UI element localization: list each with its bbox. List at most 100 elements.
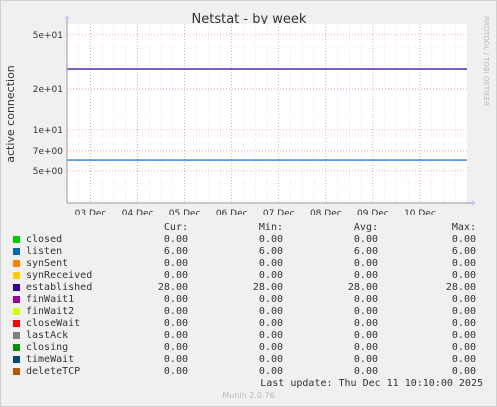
header-min: Min: [258, 222, 283, 233]
legend-row: listen 6.00 6.00 6.00 6.00 [0, 246, 497, 258]
legend-label: established [26, 282, 93, 293]
legend-value-avg: 0.00 [353, 294, 378, 305]
legend-value-cur: 0.00 [163, 294, 188, 305]
legend-swatch [13, 260, 20, 267]
legend-label: deleteTCP [26, 366, 81, 377]
legend-swatch [13, 320, 20, 327]
legend-row: closed 0.00 0.00 0.00 0.00 [0, 234, 497, 246]
x-tick-label: 05 Dec [169, 209, 201, 215]
munin-version: Munin 2.0.76 [222, 391, 275, 400]
legend-row: closing 0.00 0.00 0.00 0.00 [0, 342, 497, 354]
y-tick-label: 1e+01 [33, 126, 63, 136]
x-tick-label: 06 Dec [216, 209, 248, 215]
legend-swatch [13, 272, 20, 279]
x-ticks: 03 Dec 04 Dec 05 Dec 06 Dec 07 Dec 08 Dec 09 D… [75, 209, 436, 215]
legend-row: timeWait 0.00 0.00 0.00 0.00 [0, 354, 497, 366]
header-max: Max: [451, 222, 476, 233]
legend-value-min: 6.00 [258, 246, 283, 257]
legend-swatch [13, 344, 20, 351]
legend-value-avg: 0.00 [353, 270, 378, 281]
legend-value-max: 0.00 [451, 258, 476, 269]
legend-label: finWait2 [26, 306, 75, 317]
legend-value-max: 0.00 [451, 354, 476, 365]
legend-label: closing [26, 342, 69, 353]
legend-swatch [13, 332, 20, 339]
x-tick-label: 08 Dec [310, 209, 342, 215]
legend-swatch [13, 368, 20, 375]
legend-label: lastAck [26, 330, 69, 341]
y-axis-label: active connection [4, 65, 17, 163]
y-tick-label: 5e+01 [33, 31, 63, 41]
legend-row: closeWait 0.00 0.00 0.00 0.00 [0, 318, 497, 330]
last-update: Last update: Thu Dec 11 10:10:00 2025 [260, 378, 483, 389]
legend-value-min: 0.00 [258, 234, 283, 245]
legend-row: deleteTCP 0.00 0.00 0.00 0.00 [0, 366, 497, 378]
legend-label: finWait1 [26, 294, 75, 305]
plot-area [67, 24, 467, 203]
x-tick-label: 09 Dec [357, 209, 389, 215]
y-axis-arrow [64, 15, 70, 19]
legend-value-min: 0.00 [258, 306, 283, 317]
header-cur: Cur: [163, 222, 188, 233]
legend-value-avg: 0.00 [353, 342, 378, 353]
y-tick-label: 5e+00 [33, 167, 64, 177]
legend-value-min: 0.00 [258, 318, 283, 329]
legend-row: finWait2 0.00 0.00 0.00 0.00 [0, 306, 497, 318]
legend-value-max: 0.00 [451, 270, 476, 281]
y-tick-label: 2e+01 [33, 85, 63, 95]
legend-value-min: 0.00 [258, 366, 283, 377]
legend-value-avg: 0.00 [353, 306, 378, 317]
legend-swatch [13, 308, 20, 315]
legend-value-cur: 0.00 [163, 342, 188, 353]
legend-value-cur: 0.00 [163, 306, 188, 317]
legend-row: synReceived 0.00 0.00 0.00 0.00 [0, 270, 497, 282]
legend-value-cur: 0.00 [163, 330, 188, 341]
legend-label: listen [26, 246, 63, 257]
legend-label: closed [26, 234, 63, 245]
legend-value-min: 0.00 [258, 354, 283, 365]
legend-value-avg: 6.00 [353, 246, 378, 257]
legend-value-min: 0.00 [258, 258, 283, 269]
legend-swatch [13, 356, 20, 363]
legend-value-min: 28.00 [252, 282, 283, 293]
legend-value-cur: 6.00 [163, 246, 188, 257]
netstat-chart: Netstat - by week active connection RRDT… [4, 12, 490, 215]
legend-value-max: 0.00 [451, 366, 476, 377]
legend-value-avg: 0.00 [353, 354, 378, 365]
x-tick-label: 04 Dec [122, 209, 154, 215]
legend-value-max: 0.00 [451, 294, 476, 305]
legend-value-avg: 0.00 [353, 258, 378, 269]
legend-value-min: 0.00 [258, 330, 283, 341]
legend-value-max: 0.00 [451, 306, 476, 317]
legend-value-avg: 0.00 [353, 330, 378, 341]
legend-value-min: 0.00 [258, 294, 283, 305]
legend-value-avg: 0.00 [353, 366, 378, 377]
x-tick-label: 07 Dec [263, 209, 295, 215]
legend-swatch [13, 248, 20, 255]
rrdtool-side-label: RRDTOOL / TOBI OETIKER [482, 16, 490, 106]
legend-value-avg: 0.00 [353, 234, 378, 245]
x-tick-label: 03 Dec [75, 209, 107, 215]
legend-label: synSent [26, 258, 69, 269]
legend-value-min: 0.00 [258, 342, 283, 353]
y-tick-label: 7e+00 [33, 147, 64, 157]
legend-row: lastAck 0.00 0.00 0.00 0.00 [0, 330, 497, 342]
x-axis-arrow [472, 200, 476, 206]
legend-value-avg: 28.00 [347, 282, 378, 293]
legend-value-max: 0.00 [451, 234, 476, 245]
legend-value-max: 0.00 [451, 330, 476, 341]
legend-swatch [13, 296, 20, 303]
legend-row: synSent 0.00 0.00 0.00 0.00 [0, 258, 497, 270]
legend-value-avg: 0.00 [353, 318, 378, 329]
legend-value-cur: 0.00 [163, 270, 188, 281]
y-ticks: 5e+01 2e+01 1e+01 7e+00 5e+00 [33, 31, 64, 177]
legend-value-cur: 0.00 [163, 318, 188, 329]
legend-row: finWait1 0.00 0.00 0.00 0.00 [0, 294, 497, 306]
legend-value-min: 0.00 [258, 270, 283, 281]
legend-value-max: 0.00 [451, 342, 476, 353]
header-avg: Avg: [353, 222, 378, 233]
legend-row: established 28.00 28.00 28.00 28.00 [0, 282, 497, 294]
legend-label: synReceived [26, 270, 93, 281]
legend-value-max: 28.00 [445, 282, 476, 293]
legend-value-max: 6.00 [451, 246, 476, 257]
